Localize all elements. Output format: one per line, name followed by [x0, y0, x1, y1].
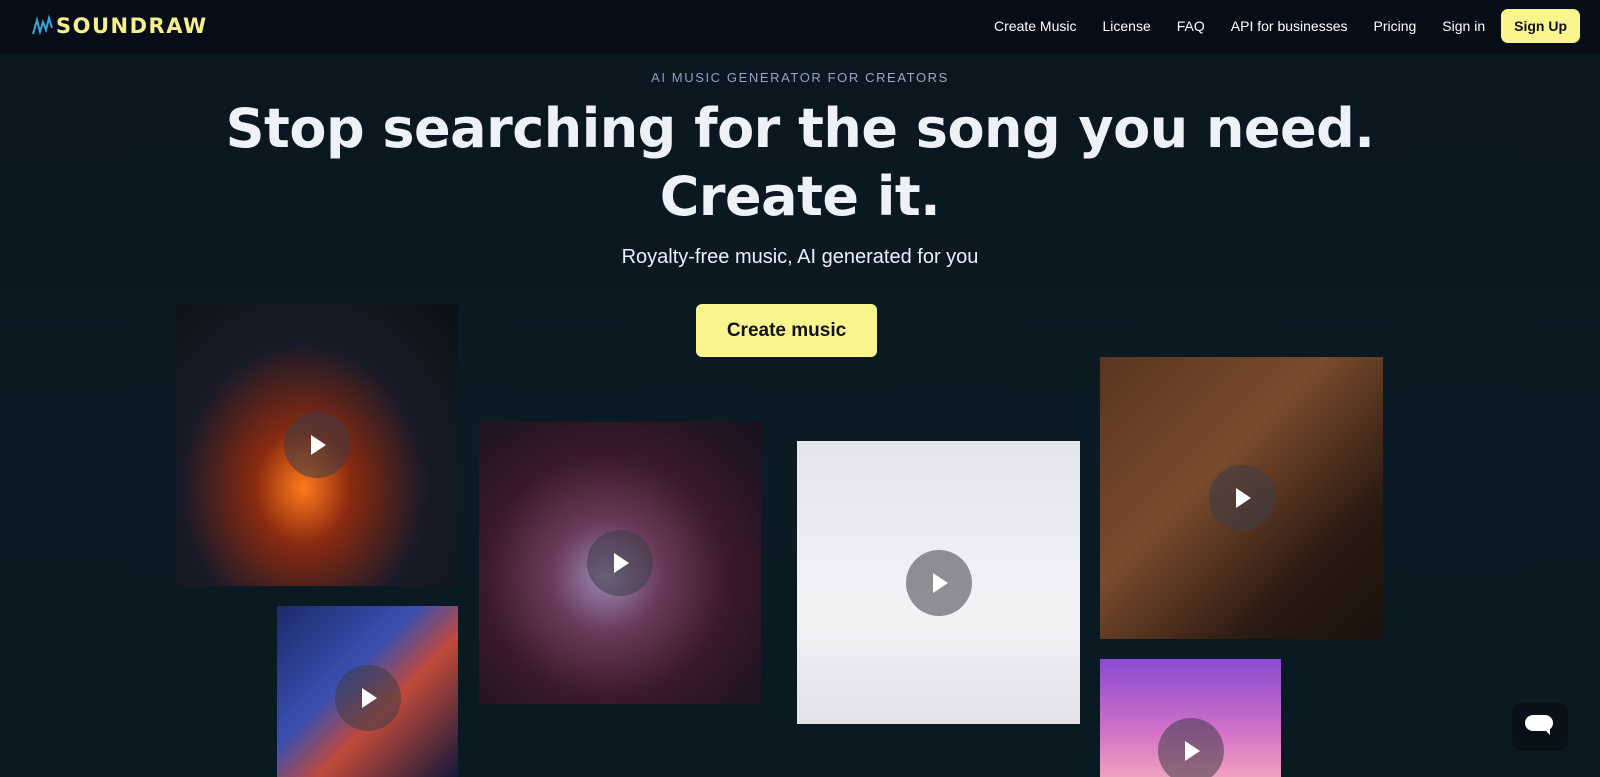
nav-create-music[interactable]: Create Music	[994, 18, 1076, 34]
hero-subtitle: Royalty-free music, AI generated for you	[621, 246, 979, 268]
nav-faq[interactable]: FAQ	[1177, 18, 1205, 34]
city-night-video[interactable]	[277, 606, 458, 777]
disco-ball-video[interactable]	[479, 422, 761, 704]
hero-title: Stop searching for the song you need. Cre…	[0, 95, 1600, 231]
sign-up-button[interactable]: Sign Up	[1501, 9, 1580, 43]
play-icon[interactable]	[284, 412, 350, 478]
chat-bubble-icon[interactable]	[1512, 703, 1568, 751]
play-icon[interactable]	[587, 530, 653, 596]
piano-video[interactable]	[1100, 357, 1383, 639]
eyebrow-text: AI MUSIC GENERATOR FOR CREATORS	[0, 70, 1600, 85]
play-icon[interactable]	[905, 549, 972, 616]
play-icon[interactable]	[1208, 465, 1275, 531]
dancer-video[interactable]	[797, 441, 1080, 724]
play-icon[interactable]	[334, 665, 401, 731]
hero-title-line1: Stop searching for the song you need.	[225, 97, 1375, 160]
nav-api[interactable]: API for businesses	[1231, 18, 1348, 34]
logo[interactable]: SOUNDRAW	[32, 12, 208, 40]
create-music-button[interactable]: Create music	[696, 304, 877, 357]
nav-menu: Create Music License FAQ API for busines…	[968, 9, 1580, 43]
concert-video[interactable]	[176, 304, 458, 586]
play-icon[interactable]	[1157, 718, 1224, 777]
nav-sign-in[interactable]: Sign in	[1442, 18, 1485, 34]
logo-text: SOUNDRAW	[56, 14, 208, 38]
palm-sunset-video[interactable]	[1100, 659, 1281, 777]
top-nav: SOUNDRAW Create Music License FAQ API fo…	[0, 0, 1600, 53]
nav-license[interactable]: License	[1102, 18, 1150, 34]
logo-wave-icon	[32, 14, 53, 36]
hero-title-line2: Create it.	[659, 165, 941, 228]
nav-pricing[interactable]: Pricing	[1374, 18, 1417, 34]
